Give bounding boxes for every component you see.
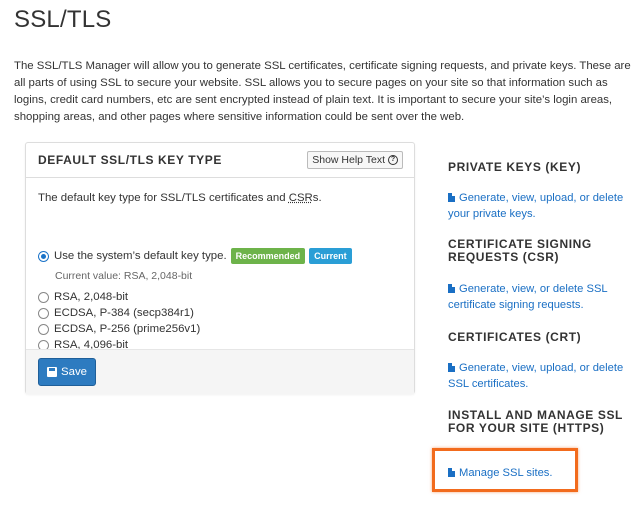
help-button-label: Show Help Text [312,154,385,166]
radio-rsa-2048[interactable] [38,291,49,303]
intro-text: The SSL/TLS Manager will allow you to ge… [14,60,631,123]
option-label: ECDSA, P-256 (prime256v1) [54,323,201,335]
link-certificates[interactable]: Generate, view, upload, or delete SSL ce… [448,360,628,392]
option-system-default[interactable]: Use the system’s default key type. Recom… [38,248,352,264]
panel-title: DEFAULT SSL/TLS KEY TYPE [38,153,222,167]
heading-certificates: CERTIFICATES (CRT) [448,330,582,344]
option-rsa-2048[interactable]: RSA, 2,048-bit [38,289,128,305]
panel-body: The default key type for SSL/TLS certifi… [26,178,414,351]
document-icon [448,284,455,293]
key-type-panel: DEFAULT SSL/TLS KEY TYPE Show Help Text … [25,142,415,394]
show-help-text-button[interactable]: Show Help Text ? [307,151,403,169]
link-csr[interactable]: Generate, view, or delete SSL certificat… [448,281,628,313]
panel-footer: Save [26,349,414,394]
radio-system-default[interactable] [38,250,49,262]
current-value-text: Current value: RSA, 2,048-bit [55,270,193,282]
heading-private-keys: PRIVATE KEYS (KEY) [448,160,582,174]
floppy-disk-icon [47,367,58,377]
current-badge: Current [309,248,352,264]
csr-abbr: CSR [288,192,313,204]
option-ecdsa-p256[interactable]: ECDSA, P-256 (prime256v1) [38,321,200,337]
option-ecdsa-p384[interactable]: ECDSA, P-384 (secp384r1) [38,305,194,321]
option-label: ECDSA, P-384 (secp384r1) [54,307,194,319]
save-button[interactable]: Save [38,358,96,386]
key-type-description: The default key type for SSL/TLS certifi… [38,192,322,204]
heading-csr: CERTIFICATE SIGNING REQUESTS (CSR) [448,237,592,264]
save-button-label: Save [61,366,87,378]
page-title: SSL/TLS [14,6,112,33]
option-label: RSA, 2,048-bit [54,291,129,303]
panel-heading: DEFAULT SSL/TLS KEY TYPE Show Help Text … [26,143,414,178]
option-label: Use the system’s default key type. [54,250,227,262]
heading-manage-ssl: INSTALL AND MANAGE SSL FOR YOUR SITE (HT… [448,408,623,435]
document-icon [448,193,455,202]
document-icon [448,363,455,372]
radio-ecdsa-p384[interactable] [38,307,49,319]
highlight-annotation-box [432,448,578,492]
link-private-keys[interactable]: Generate, view, upload, or delete your p… [448,190,628,222]
recommended-badge: Recommended [230,248,306,264]
question-circle-icon: ? [388,155,398,165]
radio-ecdsa-p256[interactable] [38,323,49,335]
